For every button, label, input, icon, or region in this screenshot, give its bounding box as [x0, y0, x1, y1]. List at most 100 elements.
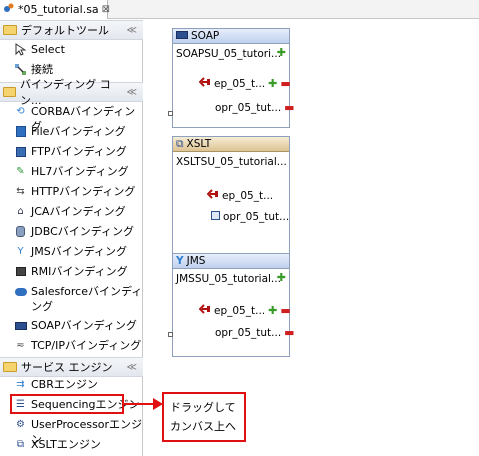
palette-item-label: RMIバインディング — [31, 265, 128, 278]
connection-port[interactable] — [168, 332, 173, 337]
palette-item-label: SOAPバインディング — [31, 319, 137, 332]
editor-tab-title: *05_tutorial.sa — [18, 3, 99, 16]
collapse-icon[interactable]: ≪ — [127, 87, 137, 98]
palette-item-label: Select — [31, 43, 65, 56]
folder-open-icon — [3, 25, 17, 35]
endpoint-name: ep_05_t... — [214, 304, 266, 317]
endpoint-row[interactable]: ep_05_t... — [206, 189, 274, 202]
callout-line-1: ドラッグして — [170, 401, 236, 414]
palette-item-label: Salesforceバインディング — [31, 285, 143, 313]
palette-item-ftp[interactable]: FTPバインディング — [0, 144, 143, 159]
jdbc-icon — [14, 225, 27, 238]
endpoint-row[interactable]: ep_05_t... ✚ ▬ — [198, 304, 291, 317]
palette-item-soap[interactable]: SOAPバインディング — [0, 318, 143, 333]
add-icon[interactable]: ✚ — [277, 271, 286, 284]
highlight-box — [10, 394, 124, 414]
jms-icon: Y — [17, 246, 24, 257]
editor-tab-bar: *05_tutorial.sa ⊠ — [0, 0, 479, 19]
operation-row[interactable]: opr_05_tut... — [211, 211, 289, 223]
palette-item-label: HL7バインディング — [31, 165, 129, 178]
userprocessor-icon: ⚙ — [16, 419, 25, 430]
palette-item-jdbc[interactable]: JDBCバインディング — [0, 224, 143, 239]
editor-tab[interactable]: *05_tutorial.sa ⊠ — [0, 0, 110, 19]
provider-arrow-icon — [198, 77, 211, 90]
xslt-icon: ⧉ — [176, 137, 184, 150]
rmi-icon — [14, 265, 27, 278]
palette-group-service-engines[interactable]: サービス エンジン ≪ — [0, 357, 143, 377]
palette-item-label: JDBCバインディング — [31, 225, 134, 238]
operation-row[interactable]: opr_05_tut... ▬ — [215, 101, 295, 114]
close-icon[interactable]: ⊠ — [102, 4, 110, 15]
add-icon[interactable]: ✚ — [268, 304, 277, 317]
tcpip-icon: ≂ — [16, 340, 25, 351]
remove-icon[interactable]: ▬ — [284, 326, 294, 339]
palette-item-jms[interactable]: Y JMSバインディング — [0, 244, 143, 259]
add-icon[interactable]: ✚ — [277, 46, 286, 59]
operation-row[interactable]: opr_05_tut... ▬ — [215, 326, 295, 339]
operation-name: opr_05_tut... — [215, 101, 282, 114]
node-type: JMS — [186, 255, 206, 267]
connection-port[interactable] — [168, 111, 173, 116]
file-icon — [14, 125, 27, 138]
palette-group-binding-components[interactable]: バインディング コン... ≪ — [0, 78, 143, 107]
palette-item-label: FTPバインディング — [31, 145, 127, 158]
palette-item-hl7[interactable]: ✎ HL7バインディング — [0, 164, 143, 179]
remove-icon[interactable]: ▬ — [280, 304, 290, 317]
palette-item-label: JMSバインディング — [31, 245, 127, 258]
palette-item-connect[interactable]: 接続 — [0, 62, 143, 77]
remove-icon[interactable]: ▬ — [280, 77, 290, 90]
cbr-icon: ⇉ — [16, 379, 25, 390]
palette-item-label: CBRエンジン — [31, 378, 98, 391]
palette-item-label: XSLTエンジン — [31, 438, 101, 451]
palette-item-label: TCP/IPバインディング — [31, 339, 142, 352]
palette-item-rmi[interactable]: RMIバインディング — [0, 264, 143, 279]
folder-open-icon — [3, 87, 16, 97]
jms-icon: Y — [176, 255, 184, 267]
collapse-icon[interactable]: ≪ — [127, 362, 137, 373]
node-name: JMSSU_05_tutorial... — [176, 273, 281, 285]
node-type: XSLT — [186, 138, 212, 150]
drag-instruction-callout: ドラッグして カンバス上へ — [162, 392, 246, 442]
drag-arrow-icon — [123, 398, 163, 410]
palette-item-select[interactable]: Select — [0, 42, 143, 57]
palette-item-label: JCAバインディング — [31, 205, 126, 218]
select-arrow-icon — [14, 43, 27, 56]
soap-icon — [14, 319, 27, 332]
hl7-icon: ✎ — [16, 166, 25, 177]
xslt-node[interactable]: ⧉ XSLT XSLTSU_05_tutorial... ep_05_t... … — [172, 136, 290, 256]
palette-item-file[interactable]: Fileバインディング — [0, 124, 143, 139]
palette-item-jca[interactable]: ⌂ JCAバインディング — [0, 204, 143, 219]
soap-node[interactable]: SOAP SOAPSU_05_tutori... ✚ ep_05_t... ✚ … — [168, 28, 295, 128]
node-name: XSLTSU_05_tutorial... — [176, 156, 287, 168]
node-header: ⧉ XSLT — [173, 137, 289, 152]
folder-open-icon — [3, 362, 17, 372]
operation-name: opr_05_tut... — [223, 211, 290, 223]
add-icon[interactable]: ✚ — [268, 77, 277, 90]
jms-node[interactable]: Y JMS JMSSU_05_tutorial... ✚ ep_05_t... … — [168, 253, 295, 357]
http-icon: ⇆ — [16, 186, 25, 197]
provider-arrow-icon — [198, 304, 211, 317]
corba-icon: ⟲ — [16, 106, 25, 117]
ftp-icon — [14, 145, 27, 158]
node-header: Y JMS — [173, 254, 289, 269]
jca-icon: ⌂ — [17, 206, 24, 217]
salesforce-icon — [14, 285, 27, 298]
palette-item-salesforce[interactable]: Salesforceバインディング — [0, 284, 143, 314]
palette-item-label: 接続 — [31, 63, 53, 76]
endpoint-name: ep_05_t... — [214, 77, 266, 90]
palette-item-xslt[interactable]: ⧉ XSLTエンジン — [0, 437, 143, 452]
composition-canvas[interactable]: SOAP SOAPSU_05_tutori... ✚ ep_05_t... ✚ … — [144, 20, 479, 456]
palette-item-tcpip[interactable]: ≂ TCP/IPバインディング — [0, 338, 143, 353]
remove-icon[interactable]: ▬ — [284, 101, 294, 114]
palette-item-label: Fileバインディング — [31, 125, 126, 138]
collapse-icon[interactable]: ≪ — [127, 25, 137, 36]
palette-item-cbr[interactable]: ⇉ CBRエンジン — [0, 377, 143, 392]
provider-arrow-icon — [206, 189, 219, 202]
palette-panel: デフォルトツール ≪ Select 接続 バインディング コン... ≪ ⟲ C… — [0, 20, 143, 456]
endpoint-name: ep_05_t... — [222, 189, 274, 202]
palette-item-http[interactable]: ⇆ HTTPバインディング — [0, 184, 143, 199]
endpoint-row[interactable]: ep_05_t... ✚ ▬ — [198, 77, 291, 90]
sa-file-icon — [3, 2, 15, 17]
palette-group-default-tools[interactable]: デフォルトツール ≪ — [0, 20, 143, 40]
xslt-icon: ⧉ — [16, 439, 25, 450]
